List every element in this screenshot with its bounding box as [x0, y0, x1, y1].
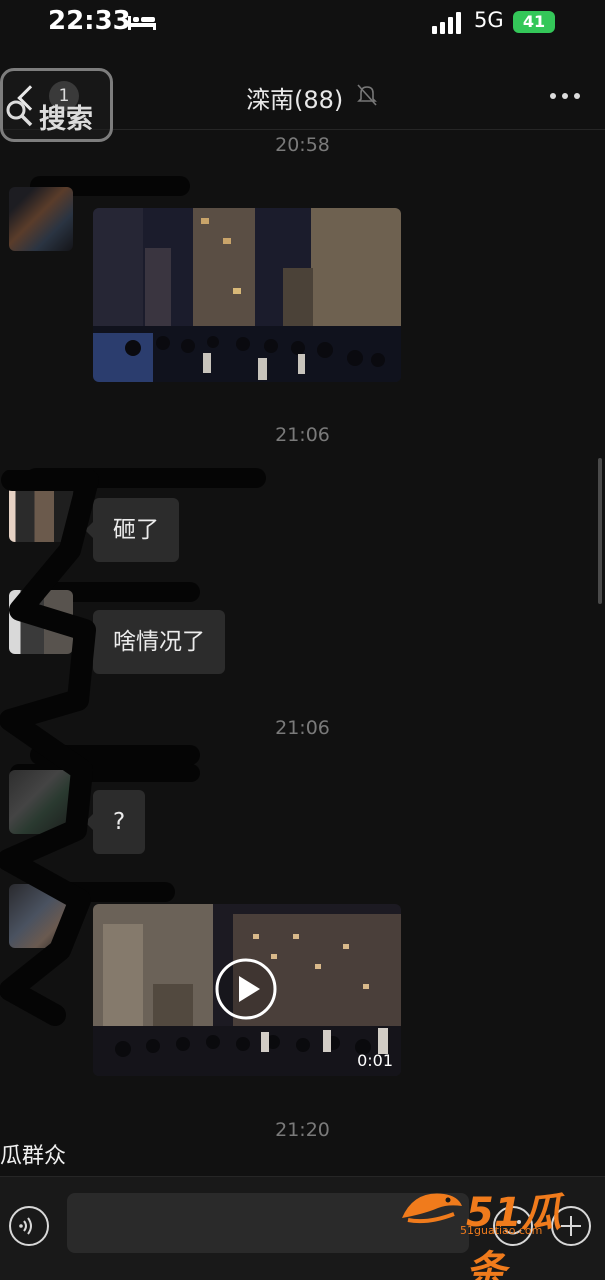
- timestamp: 21:20: [275, 1119, 330, 1141]
- search-icon: [6, 100, 33, 127]
- battery-level: 41: [522, 12, 546, 31]
- back-button[interactable]: 1 搜索: [0, 68, 113, 142]
- text-message[interactable]: 砸了: [85, 498, 179, 562]
- mute-bell-icon: [357, 84, 377, 106]
- scrollbar[interactable]: [598, 458, 602, 604]
- sender-name: 瓜群众: [0, 1144, 67, 1169]
- chat-title: 滦南(88): [246, 86, 344, 114]
- search-label: 搜索: [39, 104, 93, 135]
- image-message[interactable]: [93, 208, 401, 382]
- play-icon[interactable]: [215, 958, 277, 1020]
- message-text: ?: [113, 809, 126, 835]
- watermark-logo: 51瓜条 51guatiao.com: [398, 1180, 598, 1280]
- video-message[interactable]: 0:01: [93, 904, 401, 1076]
- redaction-scribble: [0, 470, 99, 1026]
- chat-header: 1 搜索 滦南(88): [0, 60, 605, 142]
- sleep-mode-icon: [128, 16, 156, 30]
- message-text: 啥情况了: [113, 629, 205, 655]
- network-type: 5G: [474, 8, 504, 32]
- voice-input-icon[interactable]: [8, 1205, 50, 1247]
- night-crowd-photo: [93, 208, 401, 382]
- signal-icon: [432, 12, 461, 34]
- video-duration: 0:01: [357, 1051, 393, 1070]
- text-message[interactable]: ?: [84, 790, 146, 854]
- timestamp: 21:06: [275, 424, 330, 446]
- text-message[interactable]: 啥情况了: [85, 610, 225, 674]
- avatar[interactable]: [9, 187, 73, 251]
- status-bar: 22:33 5G 41: [0, 0, 605, 48]
- battery-icon: 41: [513, 11, 555, 33]
- timestamp: 20:58: [275, 134, 330, 156]
- watermark-url: 51guatiao.com: [460, 1224, 543, 1237]
- status-time: 22:33: [48, 6, 131, 36]
- message-text: 砸了: [113, 517, 159, 543]
- more-options-icon[interactable]: [550, 93, 580, 99]
- watermark-fish-icon: [402, 1193, 462, 1224]
